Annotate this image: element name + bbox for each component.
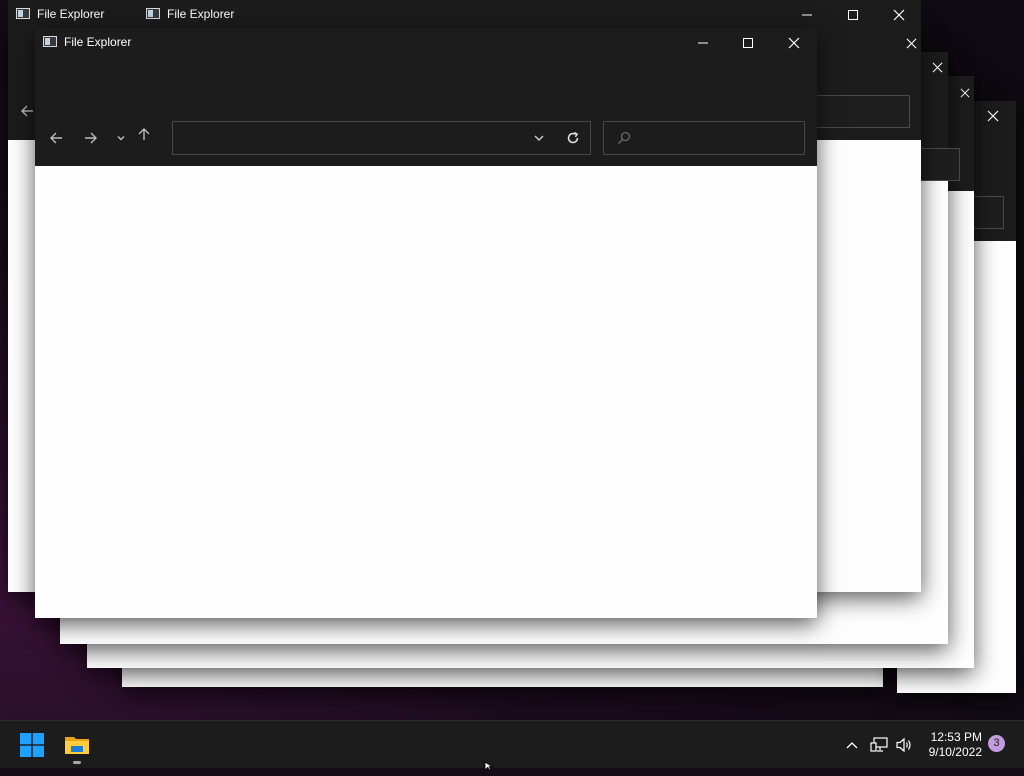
content-pane[interactable] xyxy=(35,166,817,618)
taskbar-file-explorer[interactable] xyxy=(61,729,93,761)
recent-locations-button[interactable] xyxy=(110,127,132,149)
close-button[interactable] xyxy=(970,101,1016,131)
explorer-window-top-left[interactable]: File Explorer xyxy=(8,0,139,28)
back-arrow-icon xyxy=(50,132,62,144)
close-button[interactable] xyxy=(902,28,921,58)
address-bar[interactable] xyxy=(172,121,591,155)
file-explorer-icon xyxy=(146,8,160,19)
speaker-icon xyxy=(896,737,911,753)
close-button[interactable] xyxy=(876,0,922,30)
minimize-button[interactable] xyxy=(784,0,830,30)
back-button[interactable] xyxy=(45,127,67,149)
back-arrow-icon[interactable] xyxy=(20,104,34,123)
running-indicator xyxy=(73,761,81,764)
chevron-up-icon xyxy=(846,742,858,749)
window-title: File Explorer xyxy=(64,35,132,49)
minimize-icon xyxy=(698,42,708,44)
maximize-button[interactable] xyxy=(725,28,771,58)
close-button[interactable] xyxy=(955,78,974,108)
close-icon xyxy=(932,62,942,72)
explorer-window-top-right[interactable]: File Explorer xyxy=(138,0,921,28)
clock-time: 12:53 PM xyxy=(930,730,982,744)
close-icon xyxy=(906,38,917,48)
clock-date: 9/10/2022 xyxy=(928,745,982,759)
refresh-button[interactable] xyxy=(563,129,583,147)
forward-arrow-icon xyxy=(85,132,97,144)
chevron-down-icon xyxy=(117,136,125,141)
address-dropdown-button[interactable] xyxy=(529,130,549,146)
close-icon xyxy=(893,9,905,21)
search-icon xyxy=(617,131,631,150)
mouse-cursor-icon xyxy=(484,758,494,776)
up-arrow-icon xyxy=(138,128,150,140)
chevron-down-icon xyxy=(534,135,544,141)
up-button[interactable] xyxy=(133,123,155,145)
minimize-button[interactable] xyxy=(680,28,726,58)
search-box[interactable] xyxy=(603,121,805,155)
minimize-icon xyxy=(802,14,812,16)
folder-icon xyxy=(65,737,89,754)
windows-logo-icon xyxy=(20,733,44,757)
file-explorer-icon xyxy=(16,8,30,19)
volume-button[interactable] xyxy=(894,735,914,755)
refresh-icon xyxy=(567,131,579,144)
close-icon xyxy=(788,37,800,49)
maximize-icon xyxy=(848,10,858,20)
notification-badge[interactable]: 3 xyxy=(988,735,1005,752)
window-title: File Explorer xyxy=(167,7,235,21)
maximize-button[interactable] xyxy=(830,0,876,30)
start-button[interactable] xyxy=(16,731,48,759)
clock[interactable]: 12:53 PM 9/10/2022 xyxy=(929,730,982,760)
maximize-icon xyxy=(743,38,753,48)
window-title: File Explorer xyxy=(37,7,105,21)
file-explorer-icon xyxy=(43,36,57,47)
close-icon xyxy=(987,110,999,122)
show-hidden-icons-button[interactable] xyxy=(842,735,862,755)
explorer-window-front[interactable]: File Explorer xyxy=(35,28,817,618)
close-button[interactable] xyxy=(771,28,817,58)
network-button[interactable] xyxy=(869,735,889,755)
forward-button[interactable] xyxy=(80,127,102,149)
close-icon xyxy=(959,88,970,98)
close-button[interactable] xyxy=(926,52,948,82)
taskbar: 12:53 PM 9/10/2022 xyxy=(0,720,1024,768)
network-icon xyxy=(870,737,888,752)
